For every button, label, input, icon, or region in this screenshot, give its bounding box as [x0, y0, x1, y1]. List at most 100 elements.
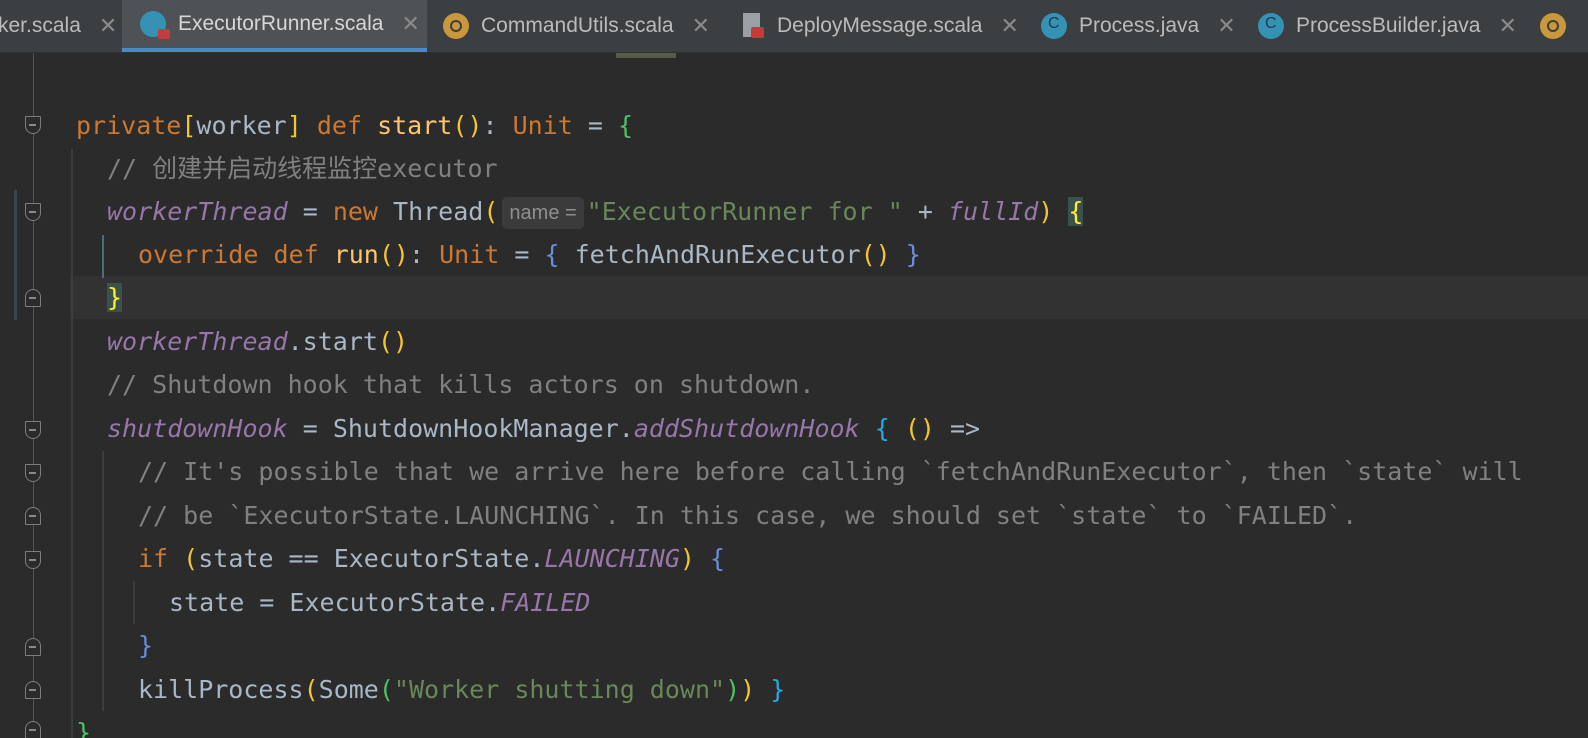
code-line: // It's possible that we arrive here bef… [138, 450, 1523, 493]
punctuation: : [408, 240, 425, 269]
code-line: shutdownHook = ShutdownHookManager.addSh… [107, 407, 980, 450]
expression: state = ExecutorState. [169, 588, 501, 617]
code-line: override def run(): Unit = { fetchAndRun… [138, 233, 921, 276]
variable: shutdownHook [107, 414, 288, 443]
bracket: ( [183, 544, 199, 573]
bracket: [ [181, 111, 197, 140]
bracket: } [905, 240, 921, 269]
bracket: { [874, 414, 890, 443]
bracket: () [904, 414, 935, 443]
tab-process-java[interactable]: Process.java ✕ [1027, 0, 1246, 52]
bracket: ] [286, 111, 302, 140]
close-icon[interactable]: ✕ [1498, 13, 1516, 39]
variable: workerThread [107, 197, 288, 226]
constant: LAUNCHING [544, 544, 680, 573]
matched-bracket: { [1068, 197, 1084, 226]
code-editor[interactable]: private[worker] def start(): Unit = { //… [0, 53, 1588, 738]
code-line: // be `ExecutorState.LAUNCHING`. In this… [138, 494, 1357, 537]
tab-label: DeployMessage.scala [777, 14, 983, 37]
close-icon[interactable]: ✕ [692, 13, 710, 39]
code-line: } [107, 276, 123, 319]
identifier: worker [196, 111, 287, 140]
scala-object-icon [443, 13, 469, 39]
tab-label: ker.scala [0, 14, 81, 37]
code-line: state = ExecutorState.FAILED [169, 581, 590, 624]
object-name: ShutdownHookManager. [332, 414, 634, 443]
constant: FAILED [500, 588, 591, 617]
bracket: () [377, 327, 409, 356]
function-call: killProcess [138, 675, 304, 704]
function-name: start [377, 111, 453, 140]
punctuation: : [482, 111, 498, 140]
tab-worker-scala[interactable]: ker.scala ✕ [0, 0, 120, 52]
bracket: ( [483, 197, 499, 226]
type-name: Unit [512, 111, 573, 140]
function-call: fetchAndRunExecutor [574, 240, 861, 269]
code-line: workerThread = new Thread(name = "Executo… [107, 190, 1084, 233]
keyword: def [316, 111, 363, 140]
tab-label: ProcessBuilder.java [1296, 14, 1481, 37]
type-name: Unit [439, 240, 500, 269]
scala-object-icon [1540, 13, 1566, 39]
bracket: { [617, 111, 634, 140]
bracket: } [76, 718, 92, 738]
tab-executorrunner-scala[interactable]: ExecutorRunner.scala ✕ [122, 0, 427, 52]
tab-deploymessage-scala[interactable]: DeployMessage.scala ✕ [723, 0, 1027, 52]
variable: workerThread [107, 327, 288, 356]
code-line: // 创建并启动线程监控executor [107, 147, 498, 190]
bracket: ) [1038, 197, 1054, 226]
operator: = [302, 197, 318, 226]
bracket: { [544, 240, 560, 269]
code-line: killProcess(Some("Worker shutting down")… [138, 668, 785, 711]
bracket: () [860, 240, 891, 269]
keyword: def [273, 240, 319, 269]
bracket: } [138, 631, 154, 660]
java-class-icon [1258, 13, 1284, 39]
bracket: () [378, 240, 409, 269]
class-name: Thread [393, 197, 484, 226]
class-name: Some [318, 675, 379, 704]
scala-class-icon [140, 11, 170, 39]
bracket: () [452, 111, 483, 140]
keyword: new [332, 197, 378, 226]
tab-label: CommandUtils.scala [481, 14, 674, 37]
keyword: if [138, 544, 169, 573]
code-line: private[worker] def start(): Unit = { [76, 104, 633, 147]
code-line: if (state == ExecutorState.LAUNCHING) { [138, 537, 725, 580]
tab-commandutils-scala[interactable]: CommandUtils.scala ✕ [427, 0, 723, 52]
expression: state == ExecutorState. [198, 544, 545, 573]
string-literal: "Worker shutting down" [393, 675, 726, 704]
comment: // be `ExecutorState.LAUNCHING`. In this… [138, 501, 1358, 530]
close-icon[interactable]: ✕ [99, 13, 117, 39]
code-line: } [138, 624, 153, 667]
operator: = [587, 111, 603, 140]
code-line: workerThread.start() [107, 320, 408, 363]
tab-label: Process.java [1079, 14, 1200, 37]
code-line: // Shutdown hook that kills actors on sh… [107, 363, 814, 406]
close-icon[interactable]: ✕ [401, 11, 419, 37]
keyword: private [76, 111, 182, 140]
scala-file-icon [739, 13, 765, 39]
bracket: ) [679, 544, 695, 573]
close-icon[interactable]: ✕ [1000, 13, 1018, 39]
java-class-icon [1041, 13, 1067, 39]
tab-processbuilder-java[interactable]: ProcessBuilder.java ✕ [1246, 0, 1526, 52]
code-line: } [76, 711, 91, 738]
variable: fullId [947, 197, 1039, 226]
bracket: ) [740, 675, 756, 704]
code-lines: private[worker] def start(): Unit = { //… [0, 53, 1588, 738]
parameter-hint: name = [502, 197, 584, 229]
bracket: ) [725, 675, 741, 704]
close-icon[interactable]: ✕ [1217, 13, 1235, 39]
comment: // It's possible that we arrive here bef… [138, 457, 1523, 486]
operator: + [917, 197, 933, 226]
bracket: ( [303, 675, 319, 704]
string-literal: "ExecutorRunner for " [586, 197, 903, 226]
method-call: addShutdownHook [633, 414, 860, 443]
tab-label: ExecutorRunner.scala [178, 12, 384, 35]
tab-overflow[interactable] [1526, 0, 1588, 52]
operator: => [949, 414, 981, 443]
bracket: { [710, 544, 726, 573]
matched-bracket: } [107, 283, 123, 312]
comment: // Shutdown hook that kills actors on sh… [107, 370, 815, 399]
